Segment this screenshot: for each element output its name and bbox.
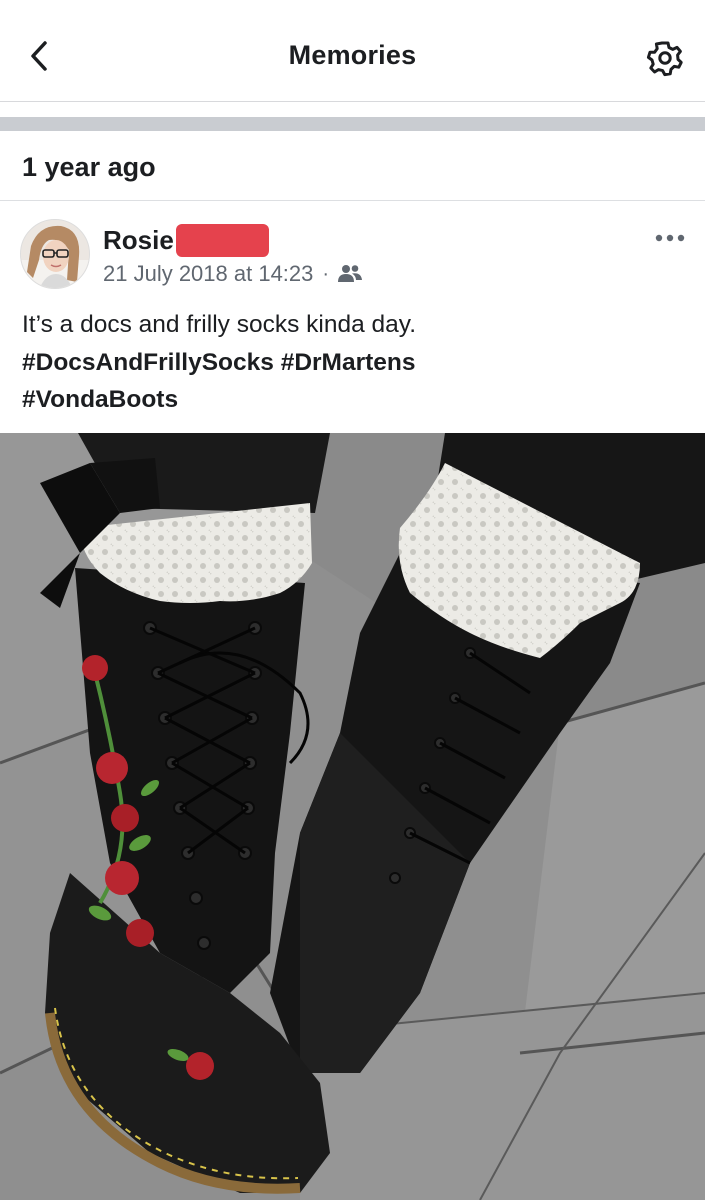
section-separator bbox=[0, 117, 705, 131]
memory-section-header: 1 year ago bbox=[0, 131, 705, 201]
page-title: Memories bbox=[288, 40, 417, 70]
post-text-line: It’s a docs and frilly socks kinda day. bbox=[22, 311, 416, 338]
post-meta: 21 July 2018 at 14:23 · bbox=[103, 261, 363, 287]
post-timestamp[interactable]: 21 July 2018 at 14:23 bbox=[103, 261, 313, 287]
section-title: 1 year ago bbox=[22, 152, 156, 182]
profile-photo bbox=[21, 220, 89, 288]
boots-photo-illustration bbox=[0, 433, 705, 1200]
post-header: Rosie 21 July 2018 at 14:23 · bbox=[0, 201, 705, 291]
redacted-surname bbox=[175, 223, 269, 257]
navigation-bar: Memories bbox=[0, 0, 705, 102]
gear-icon bbox=[646, 41, 683, 77]
post-text: It’s a docs and frilly socks kinda day. … bbox=[22, 306, 687, 419]
meta-separator: · bbox=[322, 262, 330, 285]
avatar[interactable] bbox=[20, 219, 90, 289]
author-name[interactable]: Rosie bbox=[103, 225, 174, 256]
more-options-button[interactable] bbox=[655, 231, 685, 245]
hashtag-line[interactable]: #DocsAndFrillySocks #DrMartens bbox=[22, 344, 687, 382]
more-horizontal-icon bbox=[655, 234, 685, 242]
post-photo[interactable] bbox=[0, 433, 705, 1200]
hashtag-line[interactable]: #VondaBoots bbox=[22, 381, 687, 419]
author-row: Rosie bbox=[103, 223, 269, 257]
friends-icon bbox=[338, 265, 363, 282]
settings-button[interactable] bbox=[645, 38, 685, 78]
